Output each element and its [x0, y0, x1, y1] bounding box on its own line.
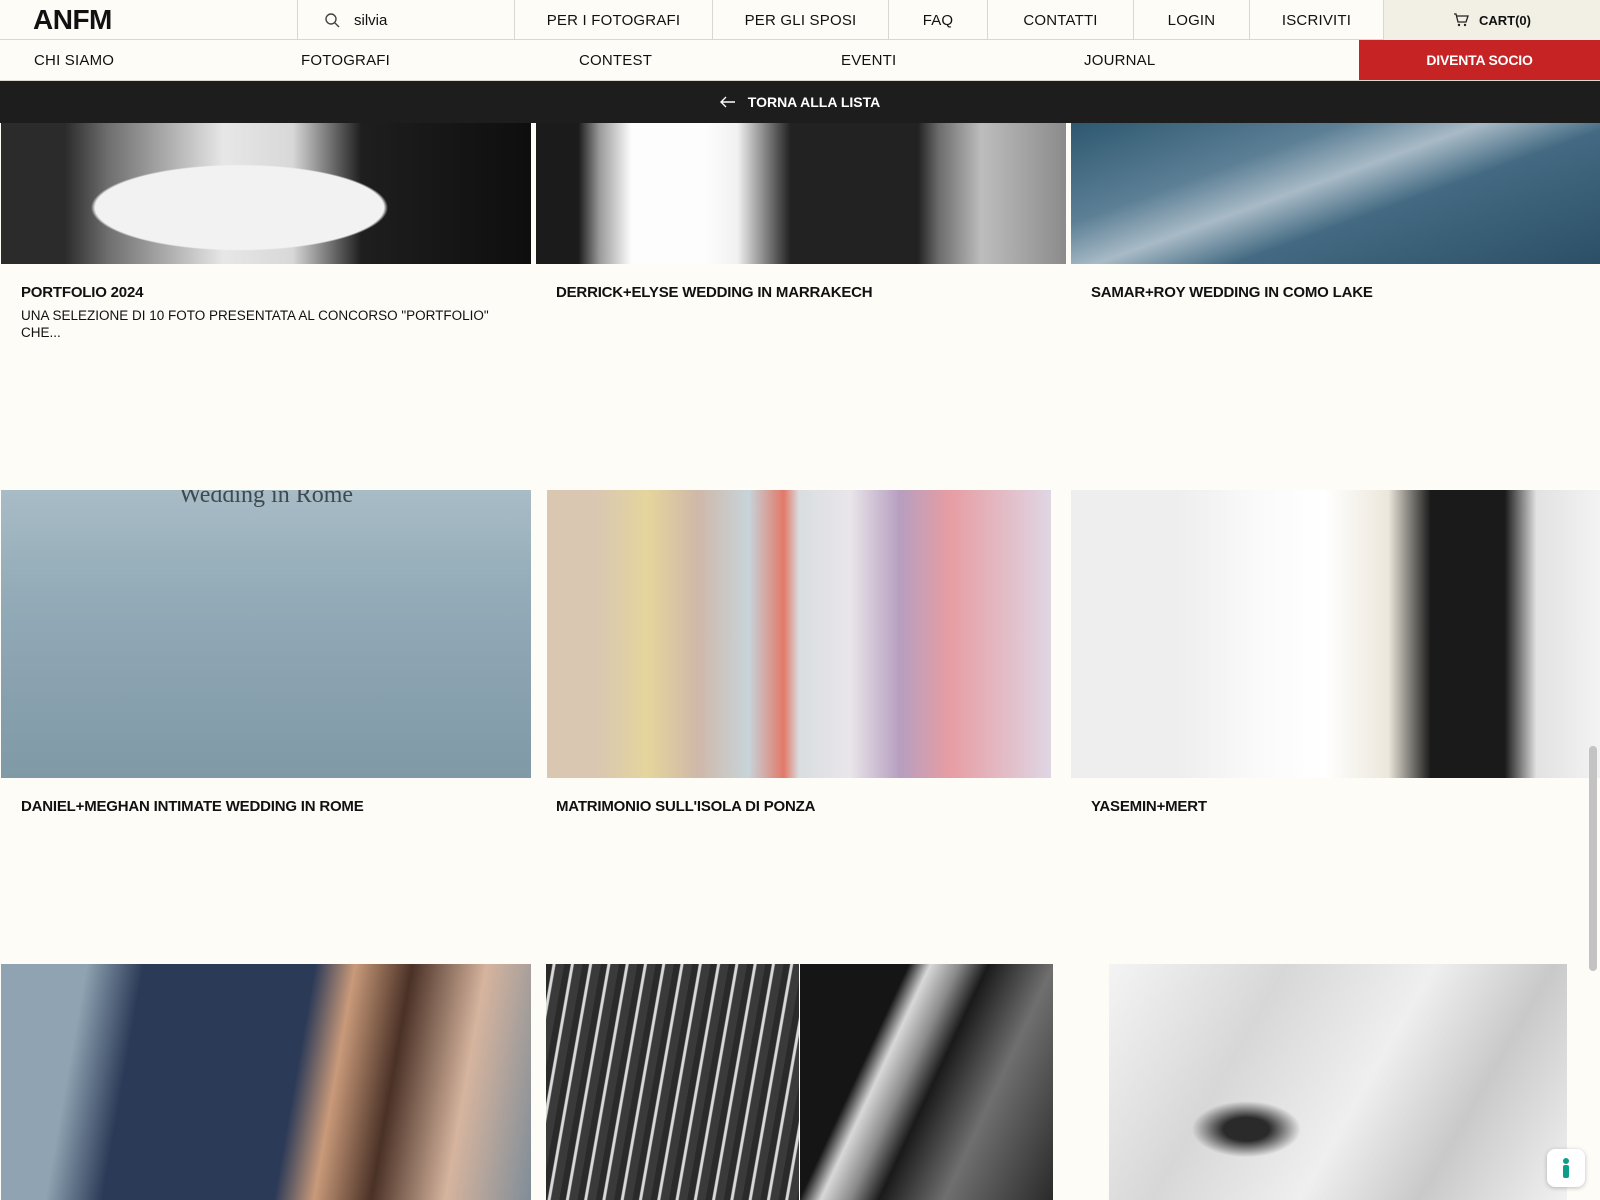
nav-faq[interactable]: FAQ: [889, 0, 988, 40]
logo[interactable]: ANFM: [0, 0, 298, 40]
accessibility-icon: [1563, 1158, 1569, 1178]
card-image-chairs[interactable]: [546, 964, 799, 1200]
top-nav: ANFM PER I FOTOGRAFI PER GLI SPOSI FAQ C…: [0, 0, 1600, 40]
subnav-chi-siamo[interactable]: CHI SIAMO: [34, 40, 114, 80]
card-image-daniel-meghan[interactable]: Wedding in Rome: [1, 490, 531, 778]
card-image-portfolio-2024[interactable]: [1, 123, 531, 264]
subnav-contest[interactable]: CONTEST: [579, 40, 652, 80]
back-to-list-button[interactable]: TORNA ALLA LISTA: [0, 81, 1600, 123]
subnav-fotografi[interactable]: FOTOGRAFI: [301, 40, 390, 80]
search-input[interactable]: [354, 11, 494, 29]
card-image-ponza[interactable]: [547, 490, 1051, 778]
scrollbar-thumb[interactable]: [1589, 746, 1597, 971]
arrow-left-icon: [719, 96, 735, 108]
image-caption-text: Wedding in Rome: [178, 490, 354, 508]
card-title-yasemin-mert[interactable]: YASEMIN+MERT: [1091, 798, 1207, 815]
card-image-yasemin-mert[interactable]: [1071, 490, 1600, 778]
diventa-socio-button[interactable]: DIVENTA SOCIO: [1359, 40, 1600, 80]
secondary-nav: CHI SIAMO FOTOGRAFI CONTEST EVENTI JOURN…: [0, 40, 1600, 81]
cart-icon: [1454, 13, 1469, 27]
nav-contatti[interactable]: CONTATTI: [988, 0, 1134, 40]
card-image-legs[interactable]: [800, 964, 1053, 1200]
card-image-blur[interactable]: [1109, 964, 1567, 1200]
card-title-derrick-elyse[interactable]: DERRICK+ELYSE WEDDING IN MARRAKECH: [556, 284, 873, 301]
card-title-samar-roy[interactable]: SAMAR+ROY WEDDING IN COMO LAKE: [1091, 284, 1373, 301]
scrollbar-track[interactable]: [1587, 123, 1600, 1200]
card-image-couple[interactable]: [1, 964, 531, 1200]
subnav-journal[interactable]: JOURNAL: [1084, 40, 1155, 80]
back-label: TORNA ALLA LISTA: [747, 94, 881, 110]
card-title-daniel-meghan[interactable]: DANIEL+MEGHAN INTIMATE WEDDING IN ROME: [21, 798, 364, 815]
card-image-samar-roy[interactable]: [1071, 123, 1600, 264]
accessibility-button[interactable]: [1547, 1149, 1585, 1187]
search-box[interactable]: [298, 0, 515, 40]
card-title-ponza[interactable]: MATRIMONIO SULL'ISOLA DI PONZA: [556, 798, 815, 815]
nav-iscriviti[interactable]: ISCRIVITI: [1250, 0, 1384, 40]
cart-button[interactable]: CART(0): [1384, 0, 1600, 40]
subnav-eventi[interactable]: EVENTI: [841, 40, 896, 80]
card-title-portfolio-2024[interactable]: PORTFOLIO 2024: [21, 284, 143, 301]
nav-per-i-fotografi[interactable]: PER I FOTOGRAFI: [515, 0, 713, 40]
nav-per-gli-sposi[interactable]: PER GLI SPOSI: [713, 0, 889, 40]
nav-login[interactable]: LOGIN: [1134, 0, 1250, 40]
cart-label: CART(0): [1479, 12, 1531, 28]
search-icon: [325, 13, 340, 28]
card-description-portfolio-2024: UNA SELEZIONE DI 10 FOTO PRESENTATA AL C…: [21, 308, 489, 340]
card-image-derrick-elyse[interactable]: [536, 123, 1066, 264]
